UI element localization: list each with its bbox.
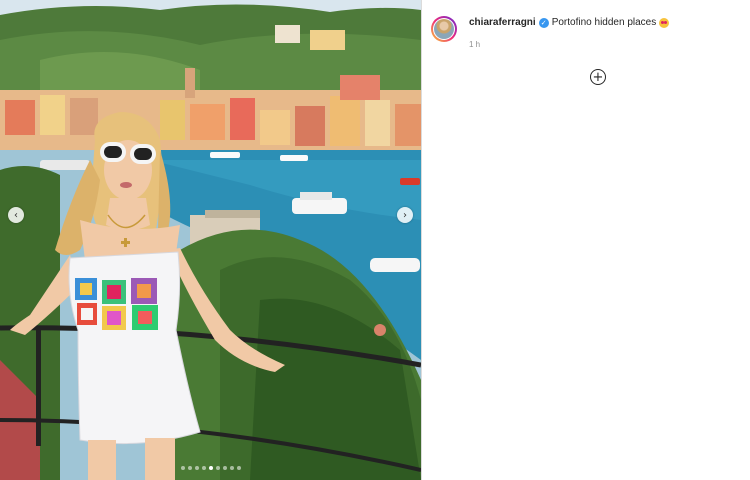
timestamp[interactable]: 1 h xyxy=(469,40,480,49)
post-photo xyxy=(0,0,421,480)
carousel-dot xyxy=(194,466,199,470)
avatar-ring xyxy=(433,18,455,40)
username-link[interactable]: chiaraferragni xyxy=(469,17,536,28)
caption: chiaraferragni ✓ Portofino hidden places xyxy=(469,17,670,28)
chevron-left-icon[interactable]: ‹ xyxy=(8,207,24,223)
carousel-dot xyxy=(229,466,234,470)
carousel-dot xyxy=(187,466,192,470)
carousel-dot xyxy=(180,466,185,470)
carousel-dot xyxy=(208,466,213,470)
avatar-image xyxy=(434,19,454,39)
carousel-dot xyxy=(236,466,241,470)
plus-circle-icon[interactable]: + xyxy=(590,69,606,85)
carousel-dot xyxy=(215,466,220,470)
caption-panel: chiaraferragni ✓ Portofino hidden places… xyxy=(422,0,750,480)
verified-badge-icon: ✓ xyxy=(538,17,549,28)
caption-text: Portofino hidden places xyxy=(551,17,657,28)
avatar[interactable] xyxy=(431,16,457,42)
chevron-right-icon[interactable]: › xyxy=(397,207,413,223)
carousel-dot xyxy=(222,466,227,470)
post-media[interactable]: ‹ › xyxy=(0,0,421,480)
carousel-indicator xyxy=(0,466,421,470)
carousel-dot xyxy=(201,466,206,470)
heart-eyes-emoji-icon xyxy=(659,17,670,28)
